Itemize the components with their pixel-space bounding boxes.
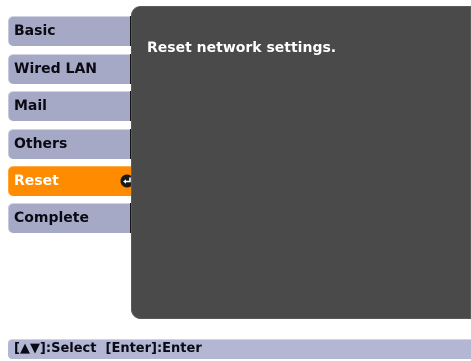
menu-item-label: Basic [14, 23, 56, 39]
menu-item-basic[interactable]: Basic [8, 16, 134, 46]
enter-hint: [Enter]:Enter [105, 341, 202, 356]
menu-item-label: Wired LAN [14, 61, 98, 77]
menu-item-complete[interactable]: Complete [8, 203, 134, 233]
menu-item-reset[interactable]: Reset [8, 166, 140, 196]
menu-sidebar: Basic Wired LAN Mail Others Reset Comple… [0, 0, 141, 336]
menu-item-label: Mail [14, 98, 47, 114]
menu-item-mail[interactable]: Mail [8, 91, 134, 121]
select-hint: [▲▼]:Select [14, 341, 97, 356]
menu-item-wired-lan[interactable]: Wired LAN [8, 54, 134, 84]
content-panel: Reset network settings. [131, 6, 471, 319]
menu-item-label: Complete [14, 210, 89, 226]
menu-item-label: Others [14, 136, 68, 152]
key-guide-bar: [▲▼]:Select [Enter]:Enter [8, 339, 471, 359]
menu-item-others[interactable]: Others [8, 129, 134, 159]
panel-message: Reset network settings. [147, 40, 337, 56]
menu-item-label: Reset [14, 173, 59, 189]
